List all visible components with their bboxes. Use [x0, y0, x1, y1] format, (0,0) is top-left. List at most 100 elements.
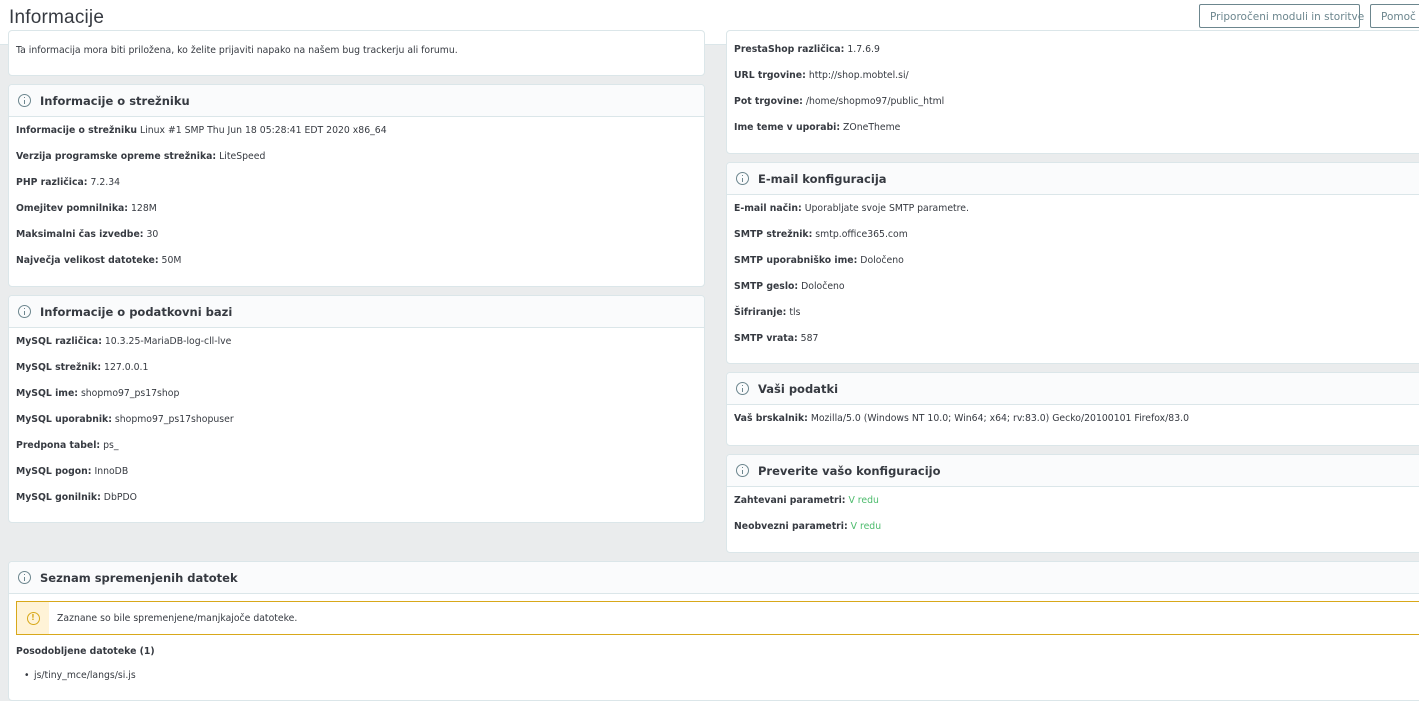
intro-text: Ta informacija mora biti priložena, ko ž…: [16, 45, 458, 56]
row-value: /home/shopmo97/public_html: [805, 96, 945, 107]
row-label: E-mail način:: [734, 203, 802, 214]
status-ok: V redu: [850, 521, 882, 532]
panel-header: Vaši podatki: [727, 373, 1419, 405]
row-value: 587: [800, 333, 819, 344]
database-row: MySQL ime: shopmo97_ps17shop: [16, 387, 704, 413]
row-label: Informacije o strežniku: [16, 125, 137, 136]
help-button[interactable]: Pomoč: [1370, 4, 1419, 28]
server-row: PHP različica: 7.2.34: [16, 176, 704, 202]
warning-icon: !: [26, 611, 40, 625]
row-value: ZOneTheme: [843, 122, 901, 133]
database-info-rows: MySQL različica: 10.3.25-MariaDB-log-cll…: [9, 328, 704, 517]
store-row: Ime teme v uporabi: ZOneTheme: [734, 121, 1419, 147]
panel-title: E-mail konfiguracija: [758, 171, 887, 186]
row-value: Linux #1 SMP Thu Jun 18 05:28:41 EDT 202…: [139, 125, 387, 136]
server-row: Maksimalni čas izvedbe: 30: [16, 228, 704, 254]
panel-title: Vaši podatki: [758, 381, 839, 396]
row-label: URL trgovine:: [734, 70, 806, 81]
warning-alert: ! Zaznane so bile spremenjene/manjkajoče…: [16, 601, 1419, 635]
row-value: DbPDO: [103, 492, 137, 503]
panel-header: Informacije o podatkovni bazi: [9, 296, 704, 328]
server-info-panel: Informacije o strežniku Informacije o st…: [8, 84, 705, 287]
store-row: URL trgovine: http://shop.mobtel.si/: [734, 69, 1419, 95]
row-label: Neobvezni parametri:: [734, 521, 848, 532]
info-icon: [736, 172, 749, 185]
info-icon: [736, 464, 749, 477]
row-value: shopmo97_ps17shopuser: [114, 414, 234, 425]
row-label: Šifriranje:: [734, 307, 787, 318]
warning-icon-box: !: [17, 602, 49, 634]
email-config-panel: E-mail konfiguracija E-mail način: Upora…: [726, 162, 1419, 364]
row-label: Verzija programske opreme strežnika:: [16, 151, 217, 162]
row-label: MySQL strežnik:: [16, 362, 102, 373]
server-info-rows: Informacije o strežniku Linux #1 SMP Thu…: [9, 117, 704, 280]
row-value: Določeno: [860, 255, 904, 266]
server-row: Verzija programske opreme strežnika: Lit…: [16, 150, 704, 176]
email-row: SMTP uporabniško ime: Določeno: [734, 254, 1419, 280]
row-label: MySQL različica:: [16, 336, 102, 347]
row-value: 10.3.25-MariaDB-log-cll-lve: [104, 336, 232, 347]
row-value: InnoDB: [94, 466, 129, 477]
row-value: 127.0.0.1: [104, 362, 149, 373]
row-label: Predpona tabel:: [16, 440, 101, 451]
email-row: SMTP vrata: 587: [734, 332, 1419, 358]
warning-text: Zaznane so bile spremenjene/manjkajoče d…: [57, 612, 298, 624]
row-label: SMTP strežnik:: [734, 229, 813, 240]
row-value: tls: [789, 307, 801, 318]
row-value: LiteSpeed: [219, 151, 266, 162]
panel-title: Seznam spremenjenih datotek: [40, 570, 238, 585]
row-value: 50M: [161, 255, 182, 266]
row-value: Določeno: [801, 281, 845, 292]
row-value: 7.2.34: [90, 177, 121, 188]
row-label: MySQL pogon:: [16, 466, 92, 477]
panel-title: Preverite vašo konfiguracijo: [758, 463, 941, 478]
database-row: MySQL gonilnik: DbPDO: [16, 491, 704, 517]
row-label: Omejitev pomnilnika:: [16, 203, 129, 214]
database-row: MySQL pogon: InnoDB: [16, 465, 704, 491]
row-label: MySQL uporabnik:: [16, 414, 112, 425]
info-icon: [18, 305, 31, 318]
email-row: Šifriranje: tls: [734, 306, 1419, 332]
row-value: ps_: [103, 440, 119, 451]
panel-header: Informacije o strežniku: [9, 85, 704, 117]
store-info-rows: PrestaShop različica: 1.7.6.9 URL trgovi…: [727, 31, 1419, 147]
email-row: E-mail način: Uporabljate svoje SMTP par…: [734, 202, 1419, 228]
list-item: js/tiny_mce/langs/si.js: [24, 670, 136, 681]
row-label: Največja velikost datoteke:: [16, 255, 159, 266]
panel-title: Informacije o strežniku: [40, 93, 190, 108]
check-row: Neobvezni parametri: V redu: [734, 520, 1419, 546]
row-value: smtp.office365.com: [815, 229, 908, 240]
database-row: MySQL uporabnik: shopmo97_ps17shopuser: [16, 413, 704, 439]
email-row: SMTP geslo: Določeno: [734, 280, 1419, 306]
row-label: PHP različica:: [16, 177, 88, 188]
row-label: Maksimalni čas izvedbe:: [16, 229, 144, 240]
database-row: MySQL strežnik: 127.0.0.1: [16, 361, 704, 387]
check-row: Zahtevani parametri: V redu: [734, 494, 1419, 520]
server-row: Informacije o strežniku Linux #1 SMP Thu…: [16, 124, 704, 150]
page-title: Informacije: [9, 7, 105, 28]
row-label: MySQL gonilnik:: [16, 492, 101, 503]
row-value: shopmo97_ps17shop: [80, 388, 180, 399]
database-row: Predpona tabel: ps_: [16, 439, 704, 465]
changed-files-panel: Seznam spremenjenih datotek ! Zaznane so…: [8, 561, 1419, 701]
row-value: Uporabljate svoje SMTP parametre.: [804, 203, 969, 214]
row-label: Pot trgovine:: [734, 96, 803, 107]
server-row: Omejitev pomnilnika: 128M: [16, 202, 704, 228]
row-label: SMTP vrata:: [734, 333, 798, 344]
check-config-panel: Preverite vašo konfiguracijo Zahtevani p…: [726, 454, 1419, 553]
store-info-panel: PrestaShop različica: 1.7.6.9 URL trgovi…: [726, 30, 1419, 154]
row-value: Mozilla/5.0 (Windows NT 10.0; Win64; x64…: [810, 413, 1190, 424]
row-label: SMTP uporabniško ime:: [734, 255, 858, 266]
row-value: 30: [146, 229, 159, 240]
recommended-modules-button[interactable]: Priporočeni moduli in storitve: [1199, 4, 1364, 28]
email-row: SMTP strežnik: smtp.office365.com: [734, 228, 1419, 254]
info-icon: [18, 94, 31, 107]
panel-header: E-mail konfiguracija: [727, 163, 1419, 195]
status-ok: V redu: [848, 495, 879, 506]
row-label: Zahtevani parametri:: [734, 495, 846, 506]
your-data-row: Vaš brskalnik: Mozilla/5.0 (Windows NT 1…: [734, 412, 1419, 438]
info-icon: [18, 571, 31, 584]
your-data-panel: Vaši podatki Vaš brskalnik: Mozilla/5.0 …: [726, 372, 1419, 446]
panel-header: Seznam spremenjenih datotek: [9, 562, 1419, 594]
intro-panel: Ta informacija mora biti priložena, ko ž…: [8, 30, 705, 76]
